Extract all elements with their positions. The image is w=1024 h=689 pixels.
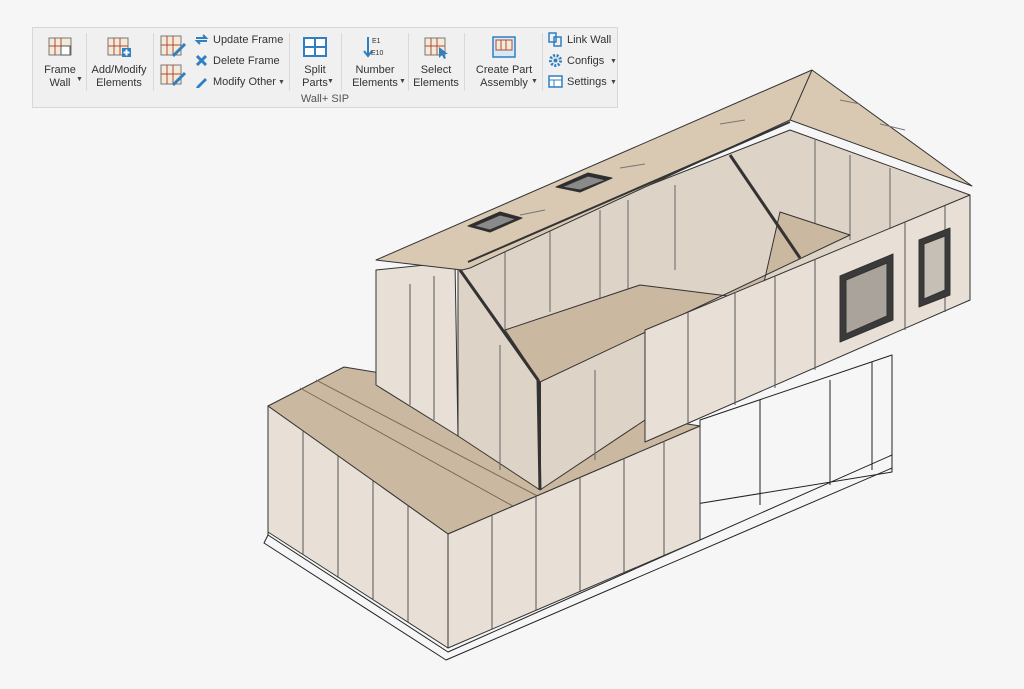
ribbon-separator: [542, 33, 543, 91]
ribbon-toolbar: Frame Wall ▼ Add/Modify Elements Update …: [32, 27, 618, 108]
ribbon-separator: [86, 33, 87, 91]
add-modify-elements-button[interactable]: Add/Modify Elements: [89, 32, 149, 94]
configs-button[interactable]: Configs ▼: [548, 52, 618, 70]
pencil-icon: [196, 78, 207, 88]
split-parts-icon: [303, 37, 327, 57]
chevron-down-icon: ▼: [399, 78, 406, 85]
refresh-icon: [194, 34, 209, 45]
chevron-down-icon: ▼: [76, 76, 83, 83]
ribbon-separator: [408, 33, 409, 91]
window-small: [918, 227, 951, 308]
add-modify-elements-label: Add/Modify Elements: [91, 64, 147, 89]
chevron-down-icon: ▼: [278, 79, 285, 86]
create-part-assembly-label: Create Part Assembly: [475, 64, 533, 89]
settings-button[interactable]: Settings ▼: [548, 73, 618, 91]
create-part-assembly-icon: [492, 36, 516, 58]
add-modify-elements-icon: [107, 37, 131, 57]
gear-icon: [549, 54, 562, 67]
number-elements-icon: E1 E10: [363, 37, 384, 58]
split-parts-button[interactable]: Split Parts ▼: [295, 32, 335, 94]
link-wall-button[interactable]: Link Wall: [548, 31, 618, 49]
settings-icon: [548, 75, 563, 88]
svg-text:E10: E10: [371, 50, 384, 57]
select-elements-label: Select Elements: [413, 64, 459, 89]
modify-other-button[interactable]: Modify Other ▼: [194, 73, 285, 91]
ribbon-separator: [289, 33, 290, 91]
modify-frame-large-icon[interactable]: [159, 63, 187, 87]
split-parts-label: Split Parts: [302, 64, 328, 89]
chevron-down-icon: ▼: [327, 78, 334, 85]
svg-text:E1: E1: [372, 38, 381, 45]
ribbon-separator: [153, 33, 154, 91]
frame-wall-button[interactable]: Frame Wall ▼: [37, 32, 83, 94]
select-elements-button[interactable]: Select Elements: [413, 32, 459, 94]
number-elements-button[interactable]: E1 E10 Number Elements ▼: [347, 32, 406, 94]
link-wall-icon: [548, 32, 562, 47]
ribbon-group-label: Wall+ SIP: [300, 93, 350, 105]
ribbon-separator: [341, 33, 342, 91]
chevron-down-icon: ▼: [610, 58, 617, 65]
delete-frame-button[interactable]: Delete Frame: [194, 52, 284, 70]
frame-wall-icon: [48, 37, 72, 56]
number-elements-label: Number Elements: [352, 64, 398, 89]
update-frame-button[interactable]: Update Frame: [194, 31, 284, 49]
update-frame-large-icon[interactable]: [159, 34, 187, 58]
house-model: [263, 69, 973, 661]
chevron-down-icon: ▼: [531, 78, 538, 85]
chevron-down-icon: ▼: [610, 79, 617, 86]
select-elements-icon: [424, 37, 448, 59]
create-part-assembly-button[interactable]: Create Part Assembly ▼: [471, 32, 538, 94]
ribbon-separator: [464, 33, 465, 91]
delete-x-icon: [195, 54, 208, 67]
